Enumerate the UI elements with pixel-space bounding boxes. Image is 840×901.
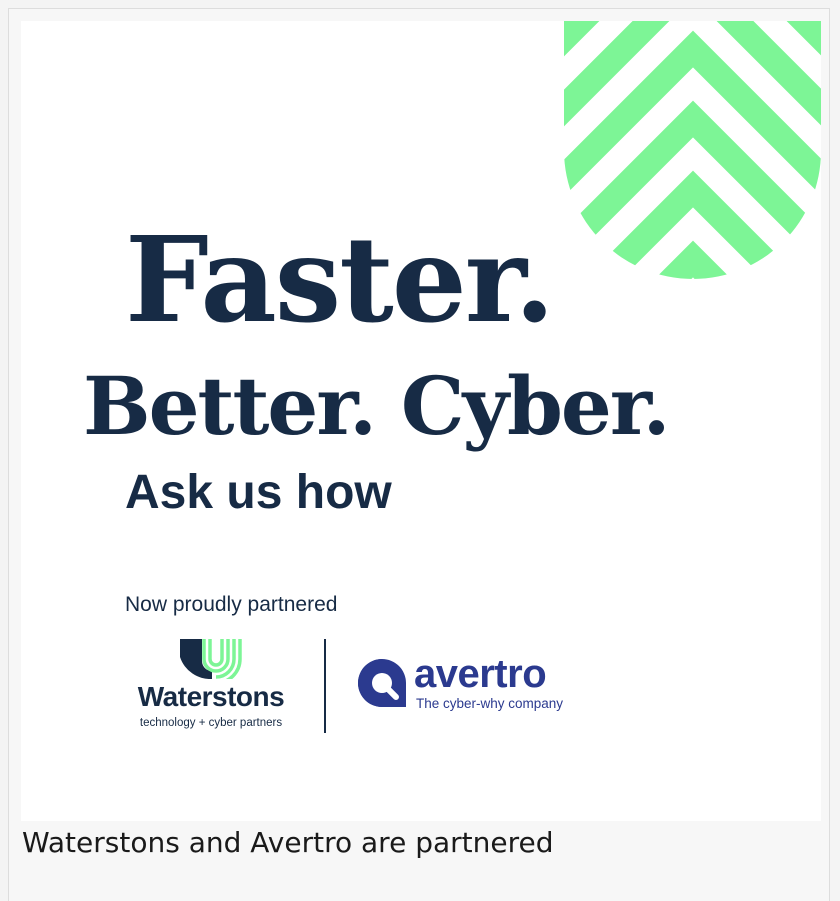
waterstons-name: Waterstons (137, 681, 285, 712)
avertro-logo: avertro The cyber-why company (356, 652, 596, 717)
waterstons-logo: Waterstons technology + cyber partners (121, 639, 301, 739)
waterstons-u-icon (180, 639, 242, 679)
partnered-text: Now proudly partnered (125, 593, 338, 616)
headline-better-cyber: Better. Cyber. (83, 359, 670, 453)
avertro-tagline: The cyber-why company (416, 696, 564, 711)
headline-ask-us-how: Ask us how (125, 466, 392, 519)
avertro-a-icon (358, 659, 406, 707)
waterstons-tagline: technology + cyber partners (139, 717, 283, 729)
promo-image: Faster. Better. Cyber. Ask us how Now pr… (21, 21, 821, 821)
avertro-name: avertro (414, 652, 547, 696)
image-caption: Waterstons and Avertro are partnered (22, 826, 554, 859)
headline-faster: Faster. (125, 210, 555, 349)
logo-divider (324, 639, 326, 733)
